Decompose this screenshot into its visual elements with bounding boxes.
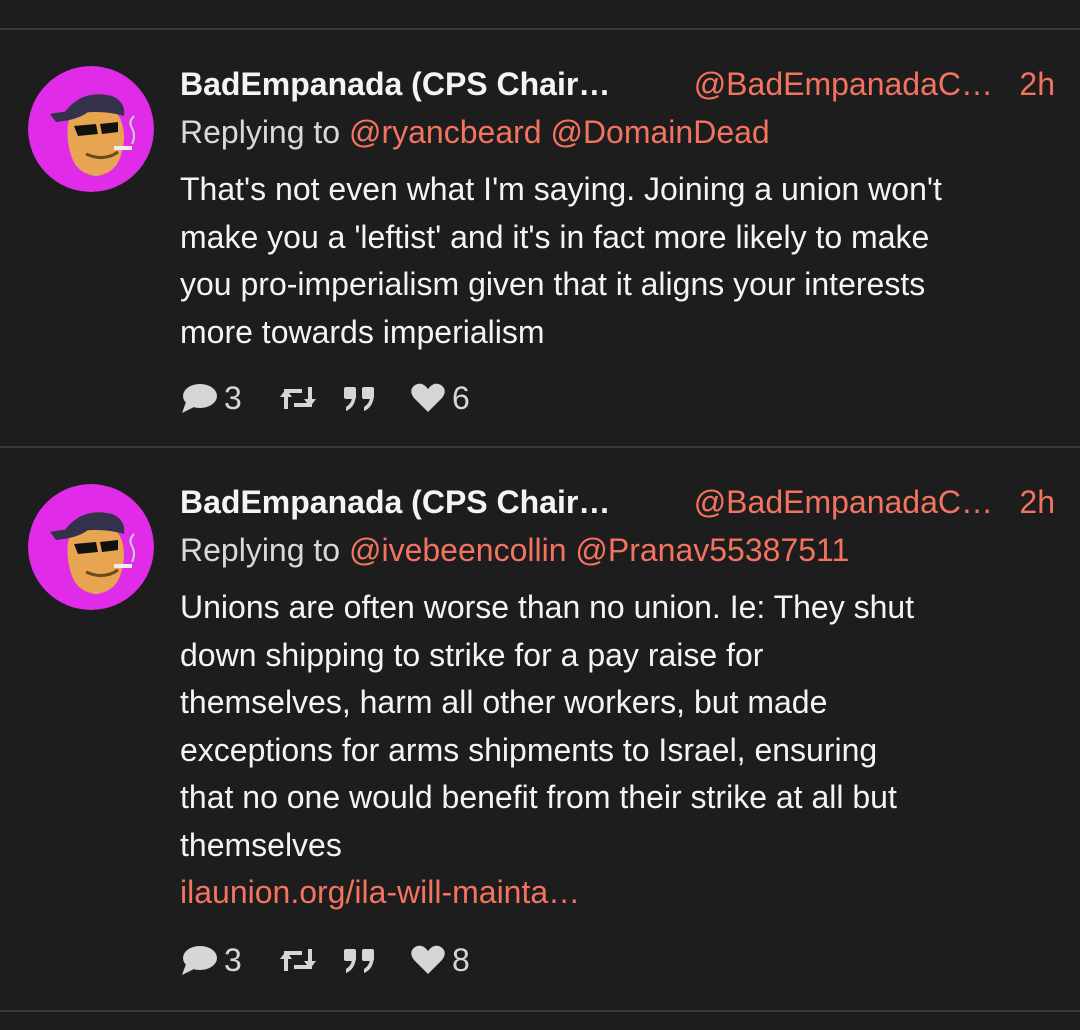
post-header: BadEmpanada (CPS Chair… @BadEmpanadaC… 2… — [180, 66, 1055, 106]
post-text-line: down shipping to strike for a pay raise … — [180, 636, 764, 673]
timestamp[interactable]: 2h — [1019, 484, 1055, 521]
mention-link[interactable]: @Pranav55387511 — [575, 532, 849, 568]
post-body: That's not even what I'm saying. Joining… — [180, 166, 1060, 356]
retweet-icon — [280, 387, 316, 409]
user-handle[interactable]: @BadEmpanadaC… — [694, 484, 993, 521]
post[interactable]: BadEmpanada (CPS Chair… @BadEmpanadaC… 2… — [0, 30, 1080, 446]
post-text-line: exceptions for arms shipments to Israel,… — [180, 731, 878, 768]
heart-icon — [411, 383, 445, 412]
retweet-button[interactable] — [278, 378, 318, 418]
quote-button[interactable] — [342, 378, 378, 418]
post-text-line: more towards imperialism — [180, 313, 545, 350]
post-text-line: Unions are often worse than no union. Ie… — [180, 589, 915, 625]
post-actions: 3 8 — [180, 940, 500, 980]
post-text-line: that no one would benefit from their str… — [180, 779, 897, 815]
external-link[interactable]: ilaunion.org/ila-will-mainta… — [180, 869, 1060, 917]
display-name[interactable]: BadEmpanada (CPS Chair… — [180, 66, 610, 103]
reply-button[interactable]: 3 — [180, 940, 242, 980]
speech-bubble-icon — [182, 384, 217, 413]
reply-count: 3 — [224, 379, 242, 416]
mention-link[interactable]: @DomainDead — [550, 114, 769, 150]
replying-to: Replying to @ryancbeard @DomainDead — [180, 114, 770, 151]
display-name[interactable]: BadEmpanada (CPS Chair… — [180, 484, 610, 521]
like-button[interactable]: 8 — [410, 940, 470, 980]
speech-bubble-icon — [182, 946, 217, 975]
post-text-line: make you a 'leftist' and it's in fact mo… — [180, 218, 930, 255]
avatar[interactable] — [28, 66, 154, 192]
retweet-icon — [280, 949, 316, 971]
post[interactable]: BadEmpanada (CPS Chair… @BadEmpanadaC… 2… — [0, 448, 1080, 1008]
avatar[interactable] — [28, 484, 154, 610]
timestamp[interactable]: 2h — [1019, 66, 1055, 103]
retweet-button[interactable] — [278, 940, 318, 980]
user-handle[interactable]: @BadEmpanadaC… — [694, 66, 993, 103]
like-count: 6 — [452, 379, 470, 416]
bottom-divider — [0, 1010, 1080, 1012]
replying-to-label: Replying to — [180, 114, 341, 150]
replying-to: Replying to @ivebeencollin @Pranav553875… — [180, 532, 849, 569]
like-button[interactable]: 6 — [410, 378, 470, 418]
reply-button[interactable]: 3 — [180, 378, 242, 418]
mention-link[interactable]: @ryancbeard — [349, 114, 542, 150]
post-actions: 3 6 — [180, 378, 500, 418]
post-text-line: you pro-imperialism given that it aligns… — [180, 266, 926, 302]
heart-icon — [411, 945, 445, 974]
post-header: BadEmpanada (CPS Chair… @BadEmpanadaC… 2… — [180, 484, 1055, 524]
quote-icon — [344, 949, 374, 973]
quote-button[interactable] — [342, 940, 378, 980]
post-text-line: themselves, harm all other workers, but … — [180, 684, 828, 720]
like-count: 8 — [452, 941, 470, 978]
post-text-line: themselves — [180, 826, 342, 863]
post-body: Unions are often worse than no union. Ie… — [180, 584, 1060, 917]
replying-to-label: Replying to — [180, 532, 341, 568]
mention-link[interactable]: @ivebeencollin — [349, 532, 567, 568]
reply-count: 3 — [224, 941, 242, 978]
post-text-line: That's not even what I'm saying. Joining… — [180, 171, 942, 207]
quote-icon — [344, 387, 374, 411]
